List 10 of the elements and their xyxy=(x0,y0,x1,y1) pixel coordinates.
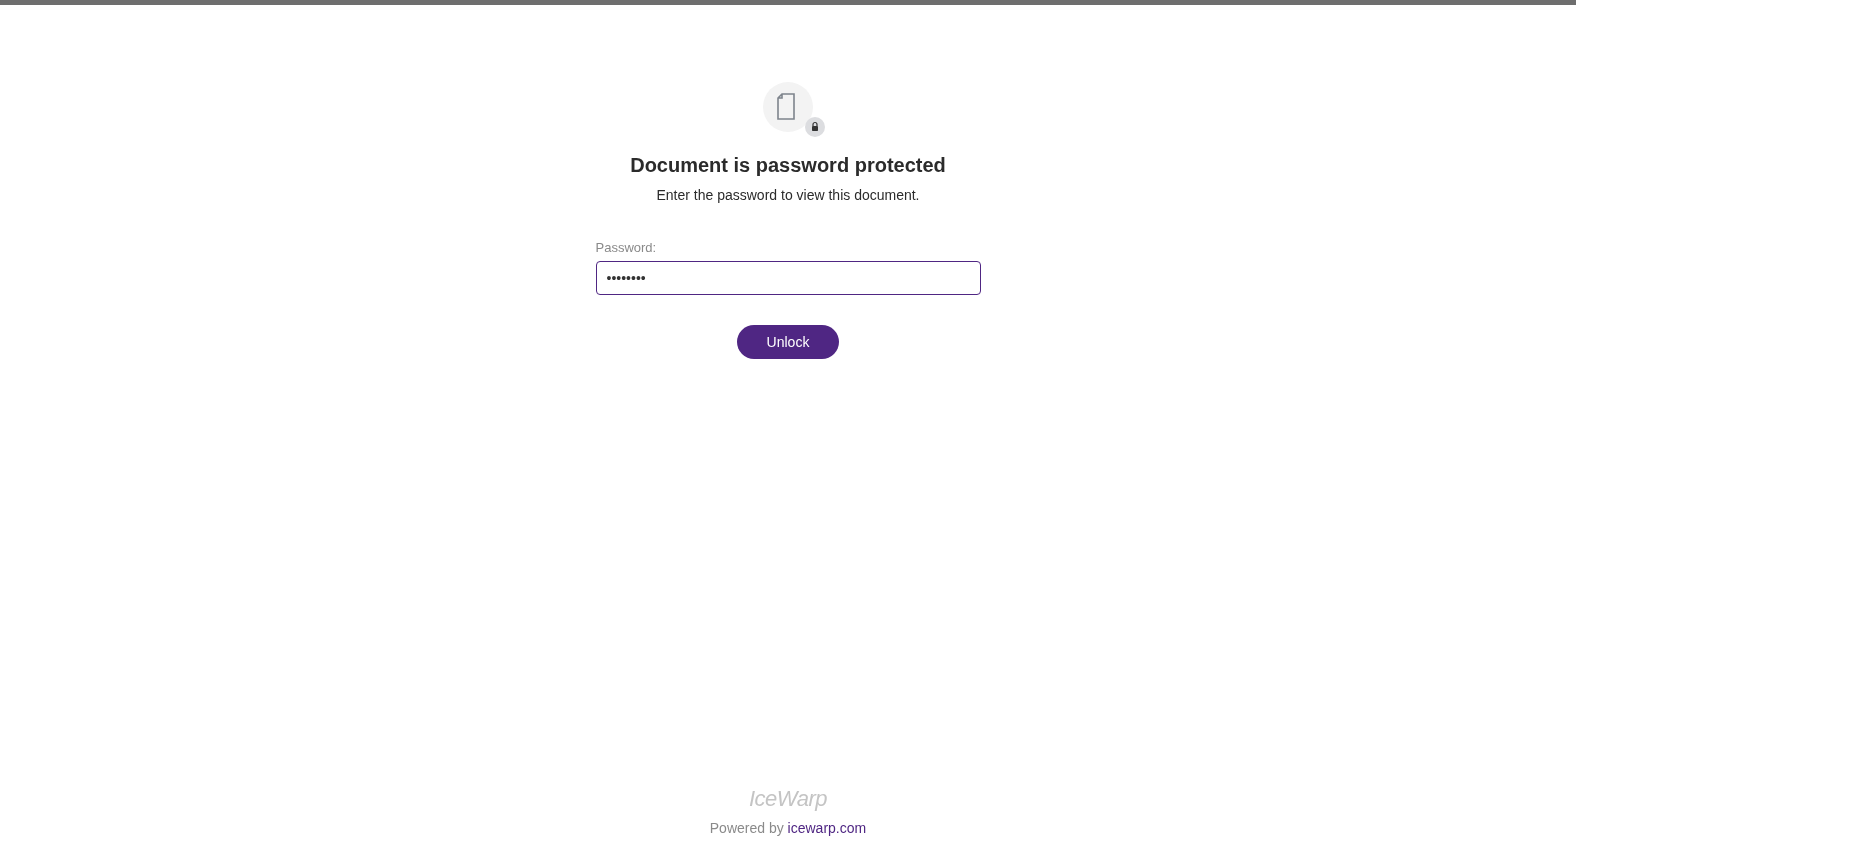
dialog-title: Document is password protected xyxy=(630,154,946,177)
document-icon xyxy=(763,82,813,132)
brand-logo: IceWarp xyxy=(749,786,827,812)
website-link[interactable]: icewarp.com xyxy=(787,820,867,836)
unlock-button[interactable]: Unlock xyxy=(737,325,839,359)
powered-by-text: Powered by icewarp.com xyxy=(709,820,867,836)
field-label: Password: xyxy=(595,240,658,255)
lock-icon xyxy=(805,117,825,137)
password-field[interactable]: •••••••• xyxy=(595,261,981,295)
instruction-text: Enter the password to view this document. xyxy=(656,187,920,203)
